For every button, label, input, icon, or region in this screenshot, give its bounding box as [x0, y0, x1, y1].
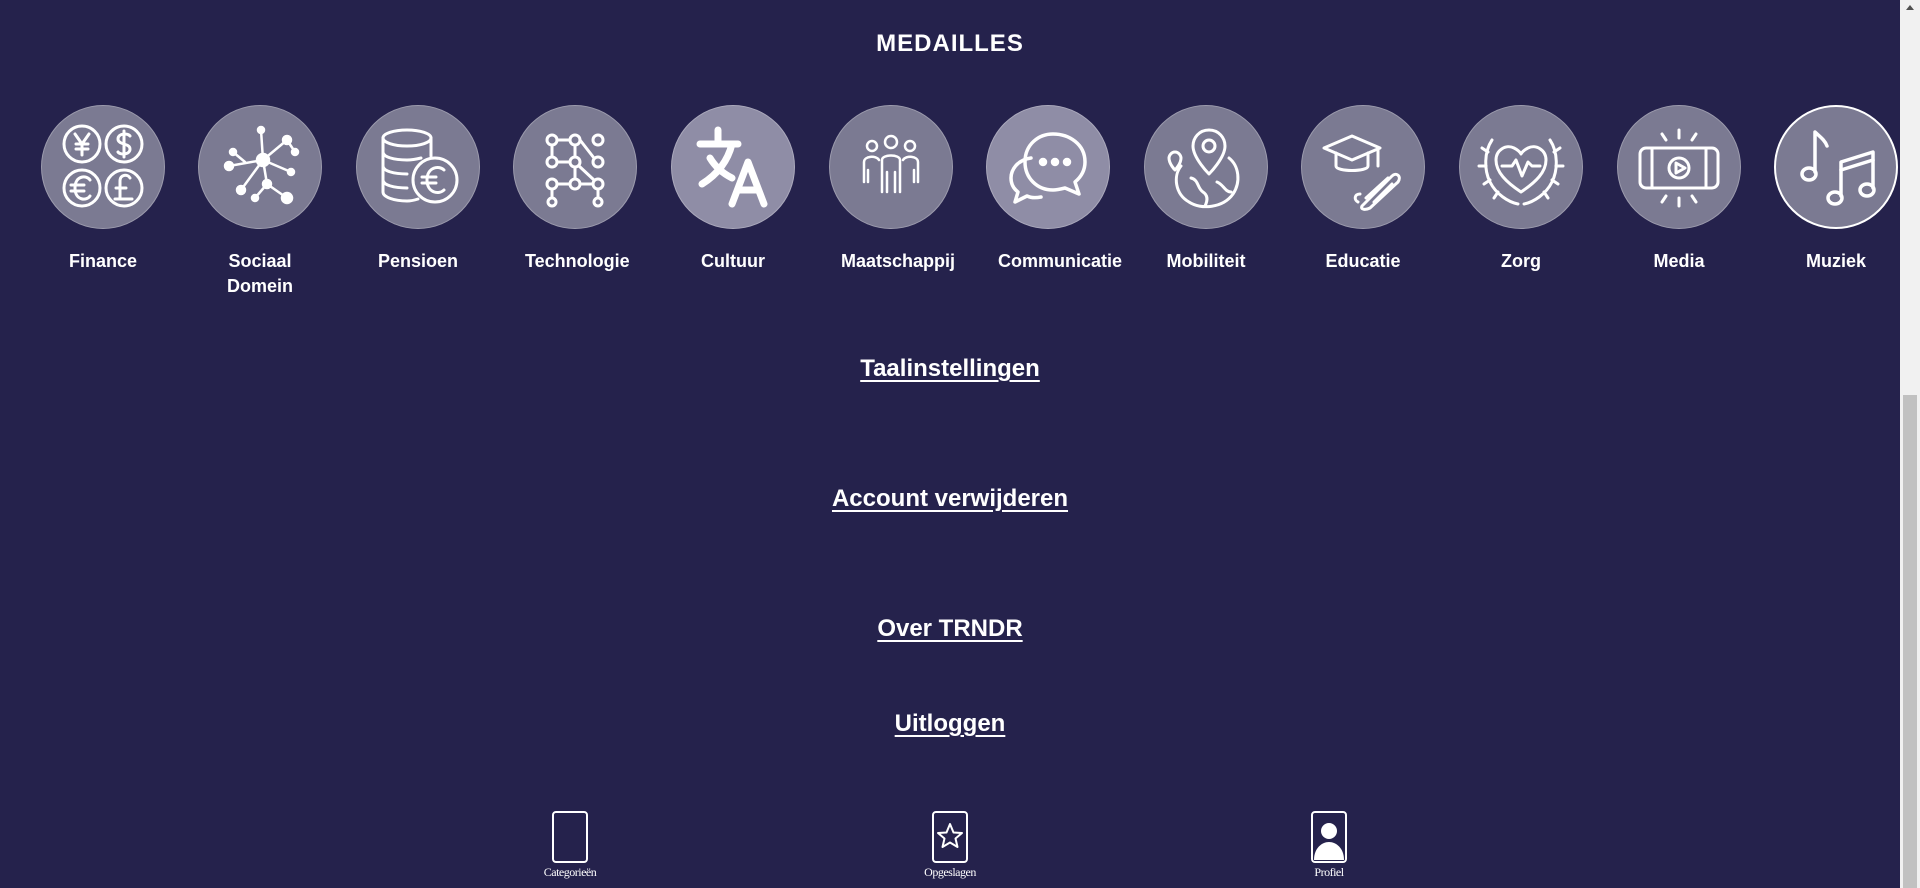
medal-muziek-label: Muziek — [1805, 251, 1866, 271]
medal-finance[interactable]: Finance — [23, 105, 183, 274]
nav-categories-label: Categorieën — [543, 865, 597, 879]
currency-icon — [62, 124, 144, 208]
card-icon — [552, 811, 588, 863]
medal-pensioen-badge — [356, 105, 480, 229]
video-play-icon — [1638, 128, 1720, 208]
profile-page: MEDAILLES Finance Sociaal Domein Pensioe… — [0, 0, 1920, 888]
medal-finance-label: Finance — [68, 251, 138, 271]
medal-zorg-label: Zorg — [1501, 251, 1541, 271]
logout-row: Uitloggen — [0, 710, 1900, 738]
main-content: MEDAILLES Finance Sociaal Domein Pensioe… — [0, 0, 1900, 888]
medal-technologie-badge — [513, 105, 637, 229]
bottom-nav: Categorieën Opgeslagen Profiel — [0, 810, 1900, 888]
delete-account-row: Account verwijderen — [0, 485, 1900, 513]
medal-communicatie-label: Communicatie — [998, 251, 1123, 271]
music-notes-icon — [1800, 130, 1876, 206]
globe-pin-icon — [1167, 128, 1240, 209]
star-card-icon — [932, 811, 968, 863]
medal-zorg[interactable]: Zorg — [1441, 105, 1601, 274]
heart-laurel-icon — [1477, 138, 1565, 206]
about-link[interactable]: Over TRNDR — [877, 615, 1022, 642]
medals-grid: Finance Sociaal Domein Pensioen Technolo… — [20, 105, 1900, 305]
people-icon — [862, 134, 920, 194]
coins-euro-icon — [381, 128, 459, 204]
scrollbar-thumb[interactable] — [1903, 395, 1917, 888]
medal-media-badge — [1617, 105, 1741, 229]
nav-saved-label: Opgeslagen — [924, 865, 976, 879]
user-card-icon — [1311, 811, 1347, 863]
nav-profile[interactable]: Profiel — [1269, 810, 1389, 880]
logout-link[interactable]: Uitloggen — [895, 710, 1006, 737]
graduation-cap-icon — [1322, 134, 1401, 211]
medal-muziek[interactable]: Muziek — [1756, 105, 1916, 274]
medal-sociaal-domein[interactable]: Sociaal Domein — [180, 105, 340, 299]
medal-zorg-badge — [1459, 105, 1583, 229]
medal-mobiliteit-label: Mobiliteit — [1166, 251, 1246, 271]
nav-profile-label: Profiel — [1314, 865, 1344, 879]
translate-icon — [696, 126, 768, 208]
vertical-scrollbar[interactable] — [1900, 0, 1920, 888]
medal-communicatie[interactable]: Communicatie — [968, 105, 1128, 274]
nav-categories[interactable]: Categorieën — [510, 810, 630, 880]
medal-maatschappij-label: Maatschappij — [841, 251, 956, 271]
medal-educatie-label: Educatie — [1325, 251, 1401, 271]
medal-muziek-badge — [1774, 105, 1898, 229]
medal-pensioen[interactable]: Pensioen — [338, 105, 498, 274]
medal-technologie[interactable]: Technologie — [495, 105, 655, 274]
medal-sociaal-domein-label: Sociaal Domein — [226, 251, 293, 296]
scroll-up-arrow-icon[interactable] — [1900, 0, 1920, 17]
medal-educatie[interactable]: Educatie — [1283, 105, 1443, 274]
nav-saved[interactable]: Opgeslagen — [890, 810, 1010, 880]
language-settings-row: Taalinstellingen — [0, 355, 1900, 383]
language-settings-link[interactable]: Taalinstellingen — [860, 355, 1040, 382]
medal-technologie-label: Technologie — [525, 251, 630, 271]
medal-mobiliteit-badge — [1144, 105, 1268, 229]
about-row: Over TRNDR — [0, 615, 1900, 643]
medal-cultuur[interactable]: Cultuur — [653, 105, 813, 274]
network-icon — [223, 125, 300, 205]
medal-educatie-badge — [1301, 105, 1425, 229]
circuit-icon — [545, 133, 605, 208]
medal-finance-badge — [41, 105, 165, 229]
medal-cultuur-badge — [671, 105, 795, 229]
medals-title: MEDAILLES — [876, 30, 1024, 57]
delete-account-link[interactable]: Account verwijderen — [832, 485, 1068, 512]
medal-maatschappij[interactable]: Maatschappij — [811, 105, 971, 274]
medal-media[interactable]: Media — [1599, 105, 1759, 274]
medal-media-label: Media — [1653, 251, 1705, 271]
medal-sociaal-domein-badge — [198, 105, 322, 229]
medal-mobiliteit[interactable]: Mobiliteit — [1126, 105, 1286, 274]
medal-maatschappij-badge — [829, 105, 953, 229]
chat-bubbles-icon — [1009, 132, 1087, 204]
medal-pensioen-label: Pensioen — [377, 251, 459, 271]
medal-cultuur-label: Cultuur — [701, 251, 765, 271]
medal-communicatie-badge — [986, 105, 1110, 229]
